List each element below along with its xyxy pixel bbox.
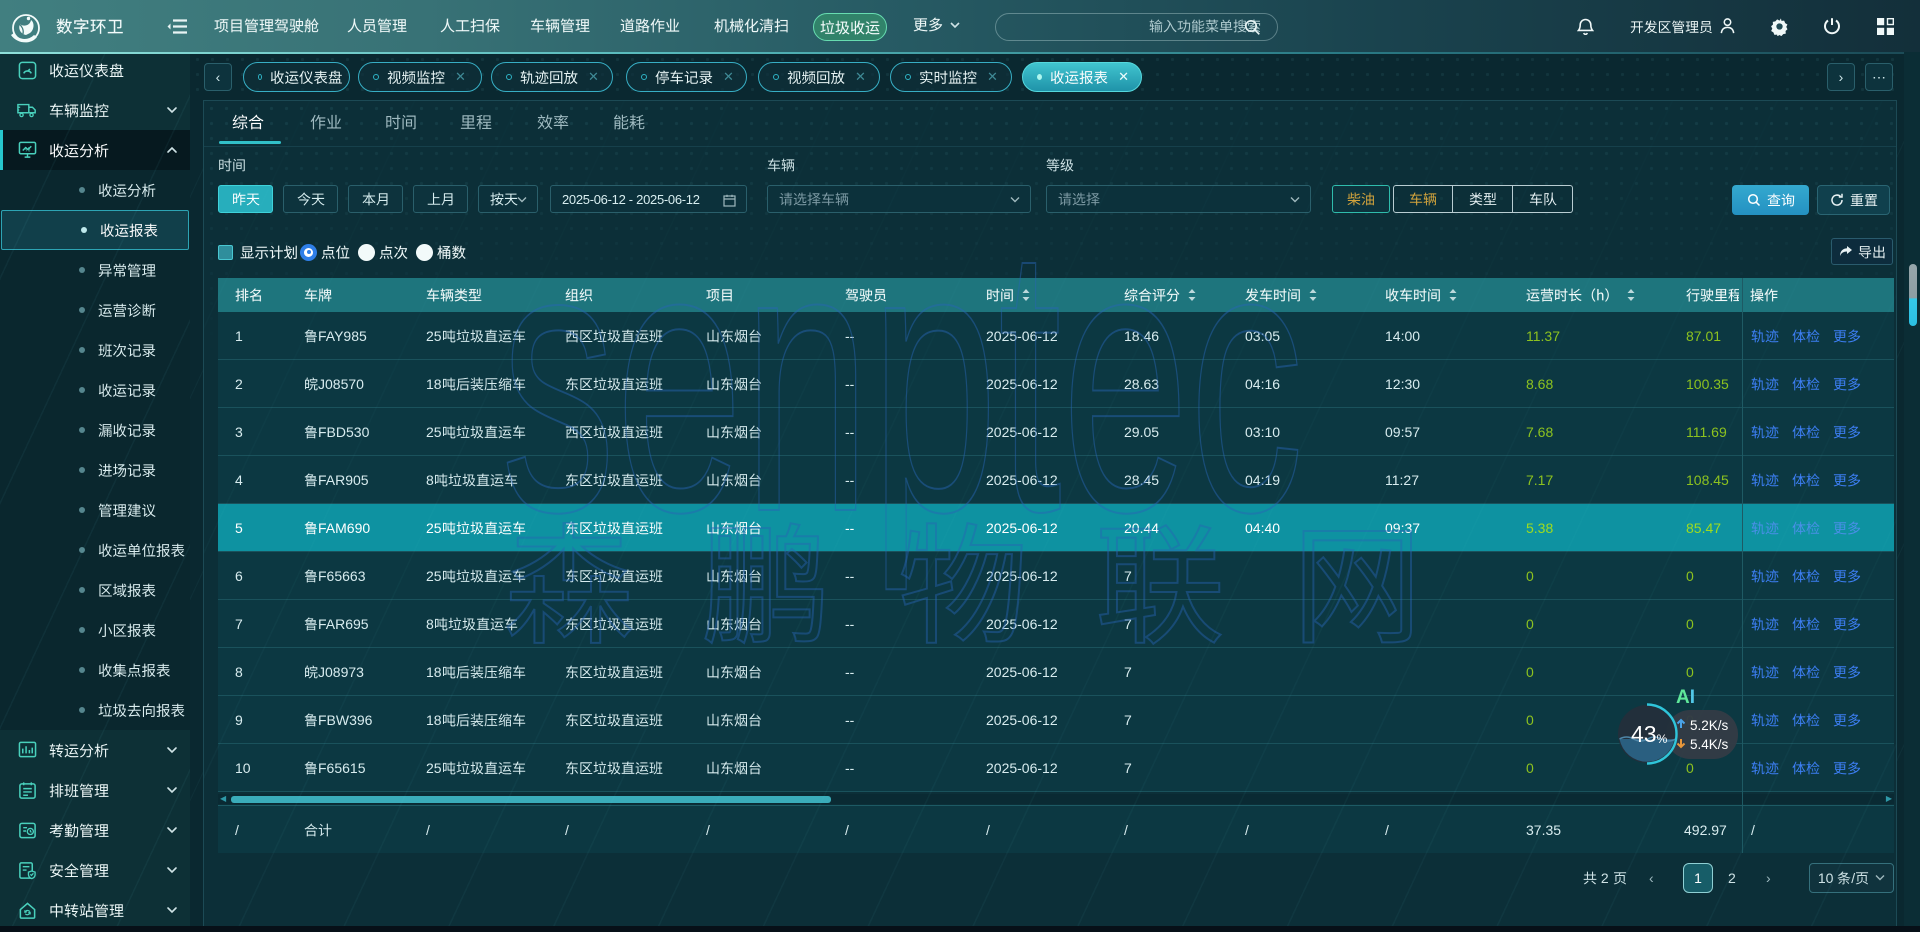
svg-text:%: % <box>24 146 30 153</box>
svg-text:5.4K/s: 5.4K/s <box>1690 737 1729 752</box>
svg-text:5.2K/s: 5.2K/s <box>1690 718 1729 733</box>
svg-text:AI: AI <box>1676 687 1695 708</box>
